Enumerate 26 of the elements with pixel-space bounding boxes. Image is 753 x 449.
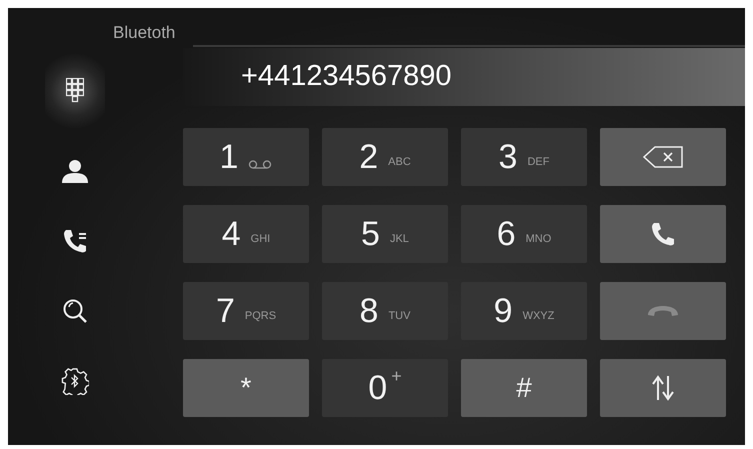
digit-key[interactable]: 8 TUV	[322, 282, 448, 340]
phone-list-icon	[61, 227, 89, 255]
phone-icon	[649, 220, 677, 248]
digit-key[interactable]: 6 MNO	[461, 205, 587, 263]
backspace-icon	[643, 146, 683, 168]
swap-button[interactable]	[600, 359, 726, 417]
keypad-icon	[66, 78, 84, 104]
screen-title: Bluetoth	[113, 23, 176, 42]
digit-key[interactable]: 1	[183, 128, 309, 186]
up-down-arrows-icon	[652, 375, 674, 401]
person-icon	[60, 159, 90, 183]
digit-key[interactable]: 0+	[322, 359, 448, 417]
call-button[interactable]	[600, 205, 726, 263]
phone-number: +441234567890	[241, 59, 452, 94]
search-icon	[62, 298, 88, 324]
hang-up-icon	[647, 304, 679, 318]
bluetooth-gear-icon	[61, 367, 89, 395]
digit-key[interactable]: 4 GHI	[183, 205, 309, 263]
digit-key[interactable]: 5 JKL	[322, 205, 448, 263]
digit-key[interactable]: 2 ABC	[322, 128, 448, 186]
digit-key[interactable]: 3 DEF	[461, 128, 587, 186]
digit-key[interactable]: 7 PQRS	[183, 282, 309, 340]
symbol-key[interactable]: #	[461, 359, 587, 417]
backspace-button[interactable]	[600, 128, 726, 186]
digit-key[interactable]: 9 WXYZ	[461, 282, 587, 340]
symbol-key[interactable]: *	[183, 359, 309, 417]
